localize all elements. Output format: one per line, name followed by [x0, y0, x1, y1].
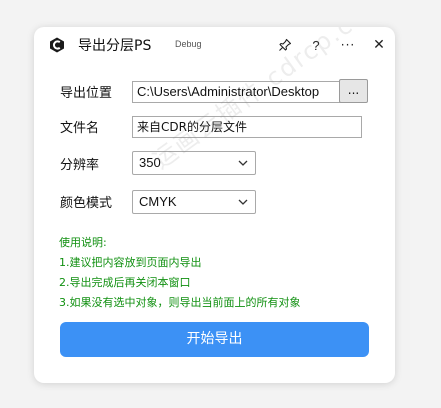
resolution-select[interactable]: 350	[132, 151, 256, 175]
instruction-line: 3.如果没有选中对象，则导出当前面上的所有对象	[59, 296, 301, 309]
color-mode-label: 颜色模式	[60, 196, 113, 211]
chevron-down-icon	[238, 160, 248, 166]
color-mode-value: CMYK	[139, 194, 177, 209]
resolution-value: 350	[139, 155, 161, 170]
export-location-value: C:\Users\Administrator\Desktop	[137, 84, 320, 99]
window-title: 导出分层PS	[78, 38, 152, 54]
export-location-label: 导出位置	[60, 86, 113, 101]
close-button[interactable]: ✕	[369, 35, 389, 55]
instruction-line: 1.建议把内容放到页面内导出	[59, 256, 202, 269]
usage-instructions: 使用说明: 1.建议把内容放到页面内导出 2.导出完成后再关闭本窗口 3.如果没…	[59, 233, 301, 313]
pin-button[interactable]	[275, 35, 295, 55]
file-name-label: 文件名	[60, 121, 100, 136]
more-options-button[interactable]: ···	[338, 35, 358, 55]
help-button[interactable]: ?	[306, 35, 326, 55]
file-name-input[interactable]: 来自CDR的分层文件	[132, 116, 362, 138]
instructions-title: 使用说明:	[59, 236, 107, 249]
pin-icon	[279, 38, 292, 51]
debug-badge: Debug	[175, 39, 202, 49]
browse-button[interactable]: ...	[339, 79, 368, 103]
chevron-down-icon	[238, 199, 248, 205]
color-mode-select[interactable]: CMYK	[132, 190, 256, 214]
instruction-line: 2.导出完成后再关闭本窗口	[59, 276, 191, 289]
export-location-input[interactable]: C:\Users\Administrator\Desktop	[132, 81, 359, 103]
resolution-label: 分辨率	[60, 158, 100, 173]
app-logo-icon	[50, 37, 64, 53]
title-bar: 导出分层PS Debug ? ··· ✕	[34, 27, 395, 63]
start-export-button[interactable]: 开始导出	[60, 322, 369, 357]
export-ps-dialog: 导出分层PS Debug ? ··· ✕ 导出位置 C:\Users\Admin…	[34, 27, 395, 383]
